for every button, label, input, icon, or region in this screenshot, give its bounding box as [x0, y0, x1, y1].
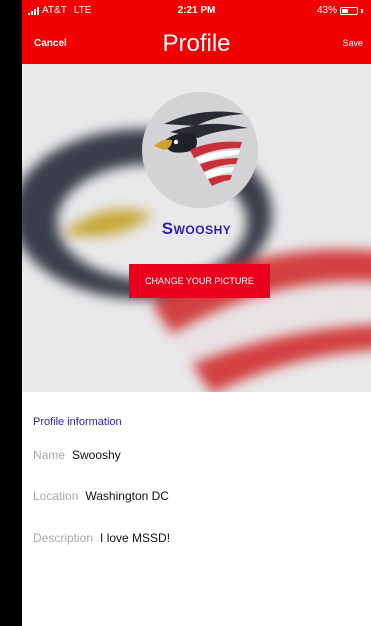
location-label: Location — [33, 489, 79, 503]
description-value[interactable]: I love MSSD! — [100, 531, 170, 545]
status-bar: AT&T LTE 2:21 PM 43% — [22, 0, 371, 20]
battery-icon — [340, 6, 358, 15]
phone-screen: AT&T LTE 2:21 PM 43% Cancel Profile Save — [22, 0, 371, 626]
profile-information-section: Profile information Name Swooshy Location… — [22, 392, 371, 626]
section-title: Profile information — [33, 416, 122, 428]
header-bar: AT&T LTE 2:21 PM 43% Cancel Profile Save — [22, 0, 371, 64]
profile-header: Swooshy CHANGE YOUR PICTURE — [22, 64, 371, 392]
location-field[interactable]: Location Washington DC — [33, 489, 169, 503]
battery-percent: 43% — [316, 5, 337, 16]
avatar[interactable] — [142, 92, 258, 208]
name-label: Name — [33, 448, 66, 462]
change-picture-button[interactable]: CHANGE YOUR PICTURE — [129, 264, 270, 298]
name-field[interactable]: Name Swooshy — [33, 448, 121, 462]
eagle-logo-icon — [154, 111, 248, 186]
description-label: Description — [33, 531, 94, 545]
save-button[interactable]: Save — [342, 38, 363, 48]
navigation-bar: Cancel Profile Save — [22, 20, 371, 64]
profile-username: Swooshy — [161, 219, 232, 238]
page-title: Profile — [162, 30, 231, 57]
location-value[interactable]: Washington DC — [85, 489, 169, 503]
description-field[interactable]: Description I love MSSD! — [33, 531, 170, 545]
name-value[interactable]: Swooshy — [72, 448, 121, 462]
battery-indicator: 43% — [317, 5, 363, 16]
